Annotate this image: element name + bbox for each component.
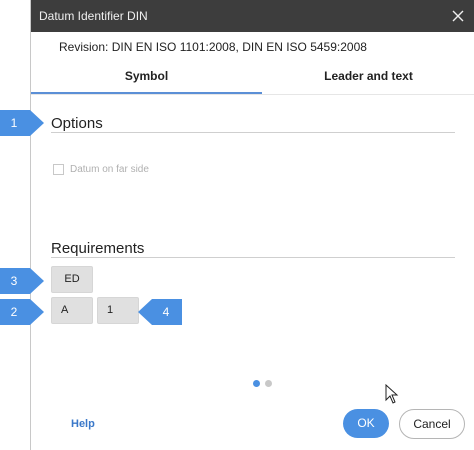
cancel-button[interactable]: Cancel: [399, 409, 465, 439]
datum-far-side-row: Datum on far side: [53, 164, 149, 175]
help-link[interactable]: Help: [71, 418, 95, 430]
window-title: Datum Identifier DIN: [39, 9, 148, 23]
datum-identifier-dialog: Datum Identifier DIN Revision: DIN EN IS…: [30, 0, 474, 450]
callout-number: 1: [11, 116, 18, 130]
callout-marker-3: 3: [0, 268, 44, 294]
tab-bar: Symbol Leader and text: [31, 62, 474, 95]
callout-number: 4: [163, 305, 170, 319]
page-dot-1[interactable]: [253, 380, 260, 387]
mouse-pointer-icon: [385, 384, 399, 404]
datum-number-button[interactable]: 1: [97, 297, 139, 324]
requirements-heading: Requirements: [51, 240, 145, 257]
callout-marker-2: 2: [0, 299, 44, 325]
tab-leader-and-text[interactable]: Leader and text: [262, 62, 474, 92]
ok-button[interactable]: OK: [343, 409, 389, 438]
callout-number: 2: [11, 305, 18, 319]
requirements-divider: [51, 257, 455, 258]
tab-symbol[interactable]: Symbol: [31, 62, 262, 94]
datum-far-side-checkbox[interactable]: [53, 164, 64, 175]
callout-marker-4: 4: [138, 299, 182, 325]
options-divider: [51, 132, 455, 133]
callout-marker-1: 1: [0, 110, 44, 136]
options-heading: Options: [51, 115, 103, 132]
revision-text: Revision: DIN EN ISO 1101:2008, DIN EN I…: [59, 40, 367, 54]
callout-number: 3: [11, 274, 18, 288]
datum-far-side-label: Datum on far side: [70, 164, 149, 175]
datum-letter-button[interactable]: A: [51, 297, 93, 324]
close-button[interactable]: [441, 0, 474, 32]
ed-button[interactable]: ED: [51, 266, 93, 293]
page-indicator: [253, 380, 277, 387]
title-bar[interactable]: Datum Identifier DIN: [31, 0, 474, 32]
page-dot-2[interactable]: [265, 380, 272, 387]
close-icon: [452, 10, 464, 22]
